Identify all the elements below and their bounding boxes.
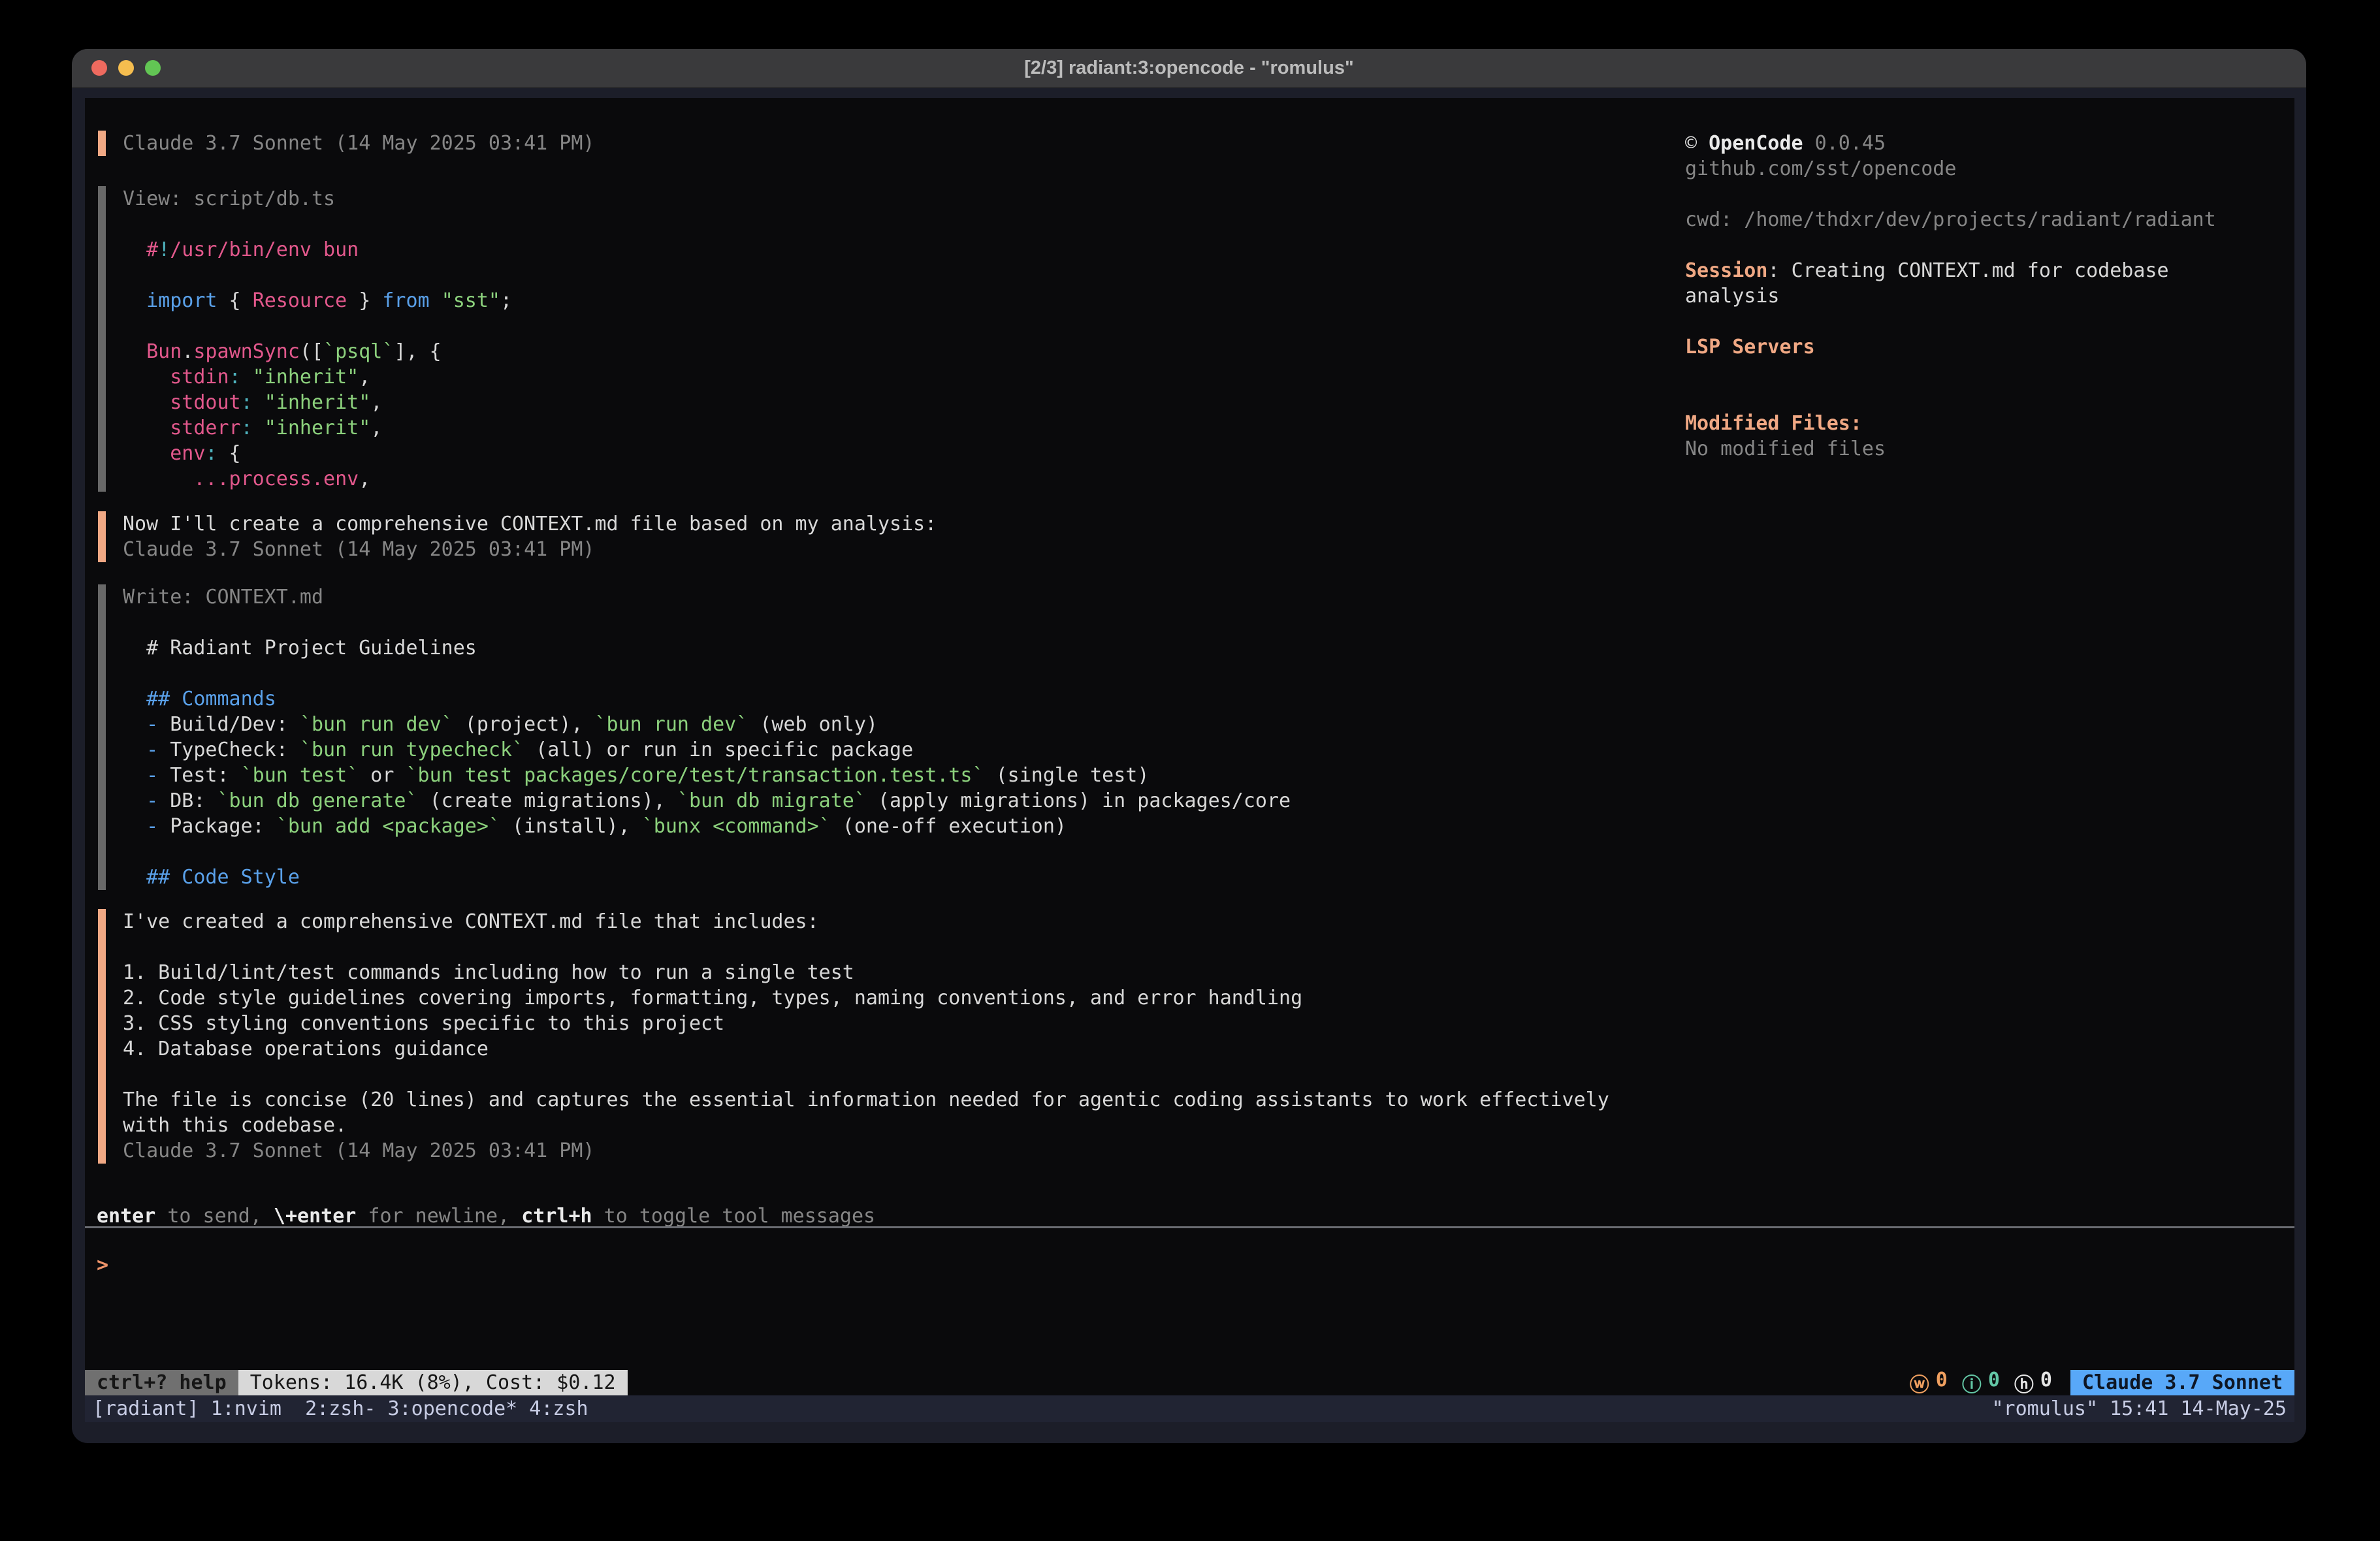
terminal-line: ...process.env, <box>123 466 512 492</box>
close-button[interactable] <box>91 60 107 76</box>
terminal-line <box>1685 232 2216 258</box>
terminal-line <box>123 1062 1609 1087</box>
terminal-line: Session: Creating CONTEXT.md for codebas… <box>1685 258 2216 283</box>
tmux-host-clock: "romulus" 15:41 14-May-25 <box>1991 1397 2287 1420</box>
terminal-content: Claude 3.7 Sonnet (14 May 2025 03:41 PM)… <box>85 98 2294 1395</box>
assistant-message-summary: I've created a comprehensive CONTEXT.md … <box>98 909 1609 1164</box>
traffic-lights <box>91 49 161 87</box>
terminal-line: - Package: `bun add <package>` (install)… <box>123 814 1291 839</box>
prompt-input[interactable]: > <box>97 1252 108 1278</box>
terminal-line: 1. Build/lint/test commands including ho… <box>123 960 1609 985</box>
terminal-line <box>123 661 1291 686</box>
model-chip[interactable]: Claude 3.7 Sonnet <box>2070 1370 2294 1395</box>
zoom-button[interactable] <box>145 60 161 76</box>
diagnostic-counter: ⓗ0 <box>2014 1369 2052 1397</box>
terminal-line: 4. Database operations guidance <box>123 1036 1609 1062</box>
terminal-line: stdin: "inherit", <box>123 364 512 390</box>
terminal-line: No modified files <box>1685 436 2216 462</box>
terminal-line: import { Resource } from "sst"; <box>123 288 512 313</box>
input-separator <box>85 1226 2294 1228</box>
tokens-cost-chip: Tokens: 16.4K (8%), Cost: $0.12 <box>238 1370 628 1395</box>
terminal-line: # Radiant Project Guidelines <box>123 635 1291 661</box>
tmux-session-windows[interactable]: [radiant] 1:nvim 2:zsh- 3:opencode* 4:zs… <box>93 1397 588 1420</box>
window-title: [2/3] radiant:3:opencode - "romulus" <box>72 49 2306 87</box>
terminal-line: env: { <box>123 441 512 466</box>
terminal-line: Modified Files: <box>1685 411 2216 436</box>
keyboard-hints: enter to send, \+enter for newline, ctrl… <box>97 1203 875 1229</box>
diagnostic-counter: ⓘ0 <box>1962 1369 2000 1397</box>
terminal-line: © OpenCode 0.0.45 <box>1685 131 2216 156</box>
diagnostic-icon: ⓗ <box>2014 1369 2034 1397</box>
terminal-line <box>123 610 1291 635</box>
terminal-line: with this codebase. <box>123 1113 1609 1138</box>
terminal-line: The file is concise (20 lines) and captu… <box>123 1087 1609 1113</box>
terminal-line <box>123 313 512 339</box>
diagnostics-counters: ⓦ0ⓘ0ⓗ0 <box>1910 1369 2052 1397</box>
prompt-caret: > <box>97 1254 108 1277</box>
terminal-line <box>1685 360 2216 385</box>
terminal-line <box>123 934 1609 960</box>
terminal-line <box>123 262 512 288</box>
terminal-line: Write: CONTEXT.md <box>123 584 1291 610</box>
diagnostic-count: 0 <box>1988 1369 2000 1397</box>
terminal-line: Claude 3.7 Sonnet (14 May 2025 03:41 PM) <box>123 131 594 156</box>
terminal-line: analysis <box>1685 283 2216 309</box>
terminal-line: ## Code Style <box>123 865 1291 890</box>
status-bar: ctrl+? help Tokens: 16.4K (8%), Cost: $0… <box>85 1370 2294 1395</box>
diagnostic-count: 0 <box>1936 1369 1948 1397</box>
terminal-line: 2. Code style guidelines covering import… <box>123 985 1609 1011</box>
terminal-line: - DB: `bun db generate` (create migratio… <box>123 788 1291 814</box>
terminal-line: github.com/sst/opencode <box>1685 156 2216 182</box>
terminal-window: [2/3] radiant:3:opencode - "romulus" Cla… <box>72 49 2306 1443</box>
terminal-line: Now I'll create a comprehensive CONTEXT.… <box>123 511 937 537</box>
terminal-line: stderr: "inherit", <box>123 415 512 441</box>
diagnostic-icon: ⓘ <box>1962 1369 1982 1397</box>
terminal-line: - Build/Dev: `bun run dev` (project), `b… <box>123 712 1291 737</box>
terminal-line: Claude 3.7 Sonnet (14 May 2025 03:41 PM) <box>123 1138 1609 1164</box>
diagnostic-counter: ⓦ0 <box>1910 1369 1948 1397</box>
terminal-line: View: script/db.ts <box>123 186 512 212</box>
terminal-line <box>1685 182 2216 207</box>
terminal-line: I've created a comprehensive CONTEXT.md … <box>123 909 1609 934</box>
terminal-line <box>123 839 1291 865</box>
minimize-button[interactable] <box>118 60 134 76</box>
tmux-status-bar: [radiant] 1:nvim 2:zsh- 3:opencode* 4:zs… <box>85 1395 2294 1422</box>
window-titlebar[interactable]: [2/3] radiant:3:opencode - "romulus" <box>72 49 2306 88</box>
terminal-line: 3. CSS styling conventions specific to t… <box>123 1011 1609 1036</box>
terminal-line: #!/usr/bin/env bun <box>123 237 512 262</box>
terminal-line: - Test: `bun test` or `bun test packages… <box>123 763 1291 788</box>
diagnostic-icon: ⓦ <box>1910 1369 1929 1397</box>
terminal-line: cwd: /home/thdxr/dev/projects/radiant/ra… <box>1685 207 2216 232</box>
terminal-line <box>1685 309 2216 334</box>
terminal-line <box>123 212 512 237</box>
session-sidebar: © OpenCode 0.0.45github.com/sst/opencode… <box>1685 131 2216 462</box>
terminal-line: Bun.spawnSync([`psql`], { <box>123 339 512 364</box>
desktop: { "window": { "title": "[2/3] radiant:3:… <box>0 0 2380 1541</box>
assistant-message-header: Claude 3.7 Sonnet (14 May 2025 03:41 PM) <box>98 131 594 156</box>
diagnostic-count: 0 <box>2040 1369 2052 1397</box>
tool-output-view-script-db: View: script/db.ts #!/usr/bin/env bun im… <box>98 186 512 492</box>
help-shortcut-chip[interactable]: ctrl+? help <box>85 1370 238 1395</box>
assistant-message-create-context: Now I'll create a comprehensive CONTEXT.… <box>98 511 937 562</box>
terminal-line: ## Commands <box>123 686 1291 712</box>
tool-output-write-context-md: Write: CONTEXT.md # Radiant Project Guid… <box>98 584 1291 890</box>
terminal-line <box>1685 385 2216 411</box>
terminal-line: - TypeCheck: `bun run typecheck` (all) o… <box>123 737 1291 763</box>
terminal-line: enter to send, \+enter for newline, ctrl… <box>97 1203 875 1229</box>
terminal-line: LSP Servers <box>1685 334 2216 360</box>
terminal-line: Claude 3.7 Sonnet (14 May 2025 03:41 PM) <box>123 537 937 562</box>
terminal-line: stdout: "inherit", <box>123 390 512 415</box>
